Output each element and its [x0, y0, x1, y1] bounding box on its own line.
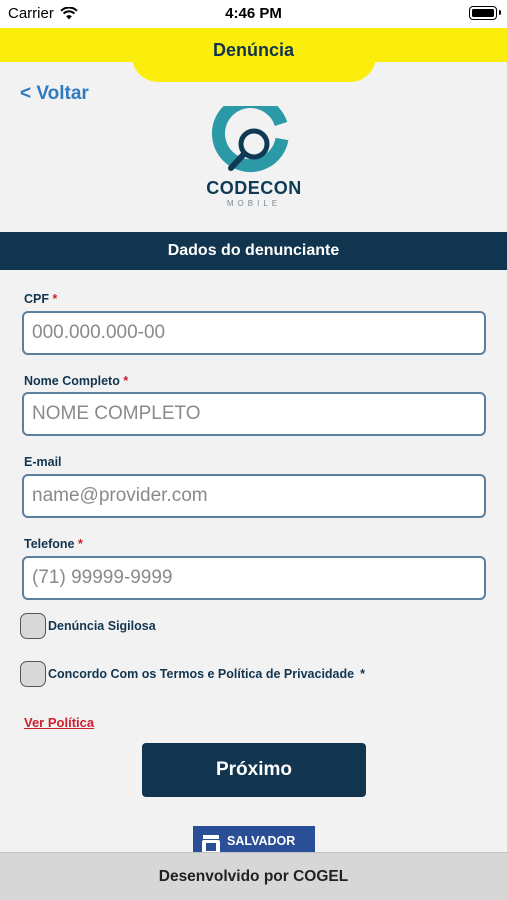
telefone-input[interactable] [22, 556, 486, 600]
sigilosa-label: Denúncia Sigilosa [48, 619, 156, 633]
logo-subtitle: MOBILE [226, 199, 282, 208]
magnifier-c-icon [212, 106, 289, 173]
termos-label: Concordo Com os Termos e Política de Pri… [48, 667, 355, 681]
required-mark: * [77, 537, 83, 551]
logo-name: CODECON [206, 178, 302, 198]
battery-icon [469, 6, 501, 20]
telefone-label: Telefone * [24, 537, 83, 551]
salvador-logo: SALVADOR [193, 826, 315, 854]
section-header: Dados do denunciante [0, 232, 507, 270]
sigilosa-checkbox[interactable] [20, 613, 46, 639]
cpf-label-text: CPF [24, 292, 49, 306]
next-button[interactable]: Próximo [142, 743, 366, 797]
status-bar: Carrier 4:46 PM [0, 0, 507, 28]
view-policy-link[interactable]: Ver Política [24, 715, 94, 730]
termos-option[interactable]: Concordo Com os Termos e Política de Pri… [20, 661, 365, 687]
cpf-label: CPF * [24, 292, 57, 306]
cpf-input[interactable] [22, 311, 486, 355]
email-label-text: E-mail [24, 455, 62, 469]
codecon-logo: CODECON MOBILE [200, 106, 308, 212]
footer: Desenvolvido por COGEL [0, 852, 507, 900]
salvador-name: SALVADOR [227, 834, 296, 848]
sigilosa-option[interactable]: Denúncia Sigilosa [20, 613, 156, 639]
nome-input[interactable] [22, 392, 486, 436]
email-input[interactable] [22, 474, 486, 518]
required-mark: * [52, 292, 58, 306]
nome-label: Nome Completo * [24, 374, 128, 388]
email-label: E-mail [24, 455, 62, 469]
nome-label-text: Nome Completo [24, 374, 120, 388]
status-time: 4:46 PM [225, 5, 282, 22]
city-emblem-icon [202, 835, 220, 854]
termos-checkbox[interactable] [20, 661, 46, 687]
telefone-label-text: Telefone [24, 537, 75, 551]
page-title: Denúncia [212, 40, 295, 60]
back-button[interactable]: < Voltar [20, 83, 89, 105]
required-mark: * [123, 374, 129, 388]
required-mark: * [360, 667, 365, 681]
